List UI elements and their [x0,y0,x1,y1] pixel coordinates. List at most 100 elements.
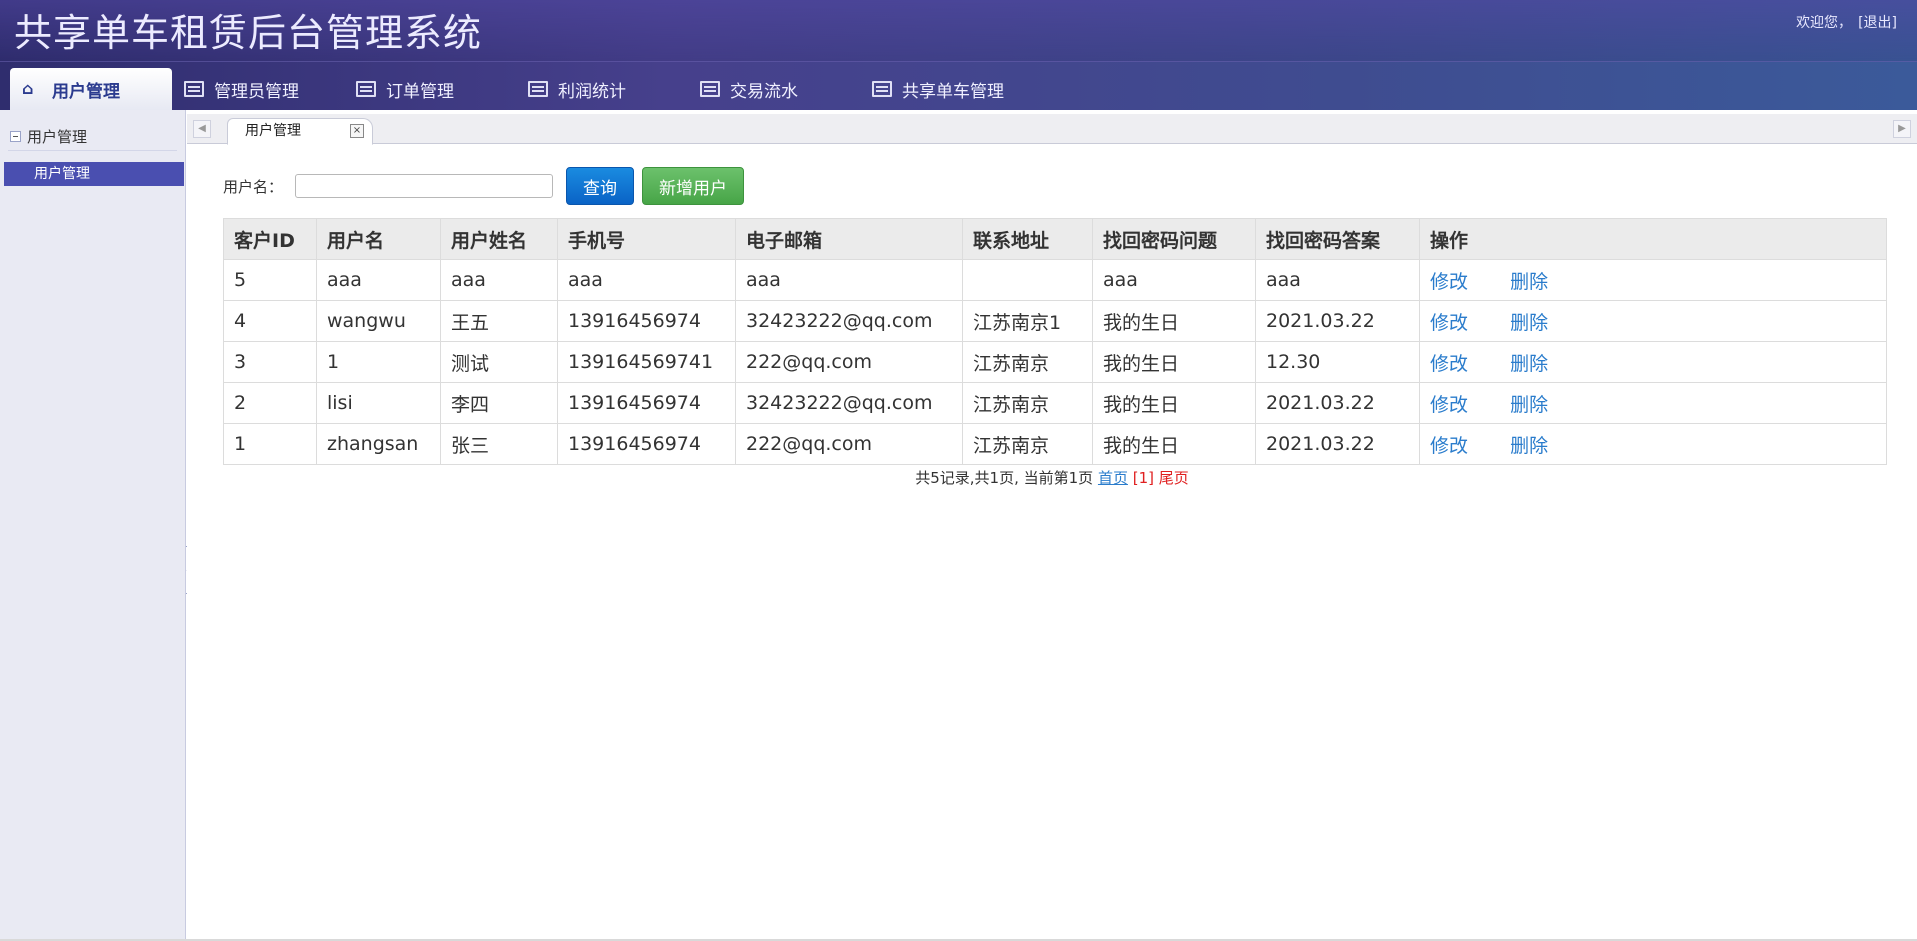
first-page-link[interactable]: 首页 [1098,469,1128,487]
content-tab-label: 用户管理 [245,123,301,139]
table-row: 2 lisi 李四 13916456974 32423222@qq.com 江苏… [223,382,1887,424]
content-tabstrip: ◀ 用户管理 × ▶ [187,114,1917,145]
table-cell: lisi [316,382,441,424]
sidebar-divider [8,150,177,151]
nav-tab-order-management[interactable]: 订单管理 [344,68,516,110]
delete-link[interactable]: 删除 [1510,312,1548,334]
table-cell: 我的生日 [1092,382,1256,424]
actions-cell: 修改 删除 [1419,341,1887,383]
edit-link[interactable]: 修改 [1430,394,1468,416]
table-cell: 13916456974 [557,300,736,342]
close-icon[interactable]: × [350,124,364,138]
search-bar: 用户名： 查询 新增用户 [223,167,745,205]
table-cell: 32423222@qq.com [735,300,963,342]
table-cell: 2021.03.22 [1255,382,1420,424]
table-cell: 4 [223,300,317,342]
column-header: 用户姓名 [440,218,558,260]
actions-cell: 修改 删除 [1419,382,1887,424]
table-cell: 1 [223,423,317,465]
welcome-text: 欢迎您， [1796,15,1853,31]
table-cell: 139164569741 [557,341,736,383]
sidebar: 用户管理 用户管理 [0,110,186,941]
home-icon: ⌂ [22,79,34,98]
actions-cell: 修改 删除 [1419,423,1887,465]
table-cell: aaa [316,259,441,301]
table-cell: 我的生日 [1092,300,1256,342]
content-tab-user-management[interactable]: 用户管理 × [227,118,373,145]
column-header: 联系地址 [962,218,1093,260]
list-icon [184,81,204,97]
table-cell: 2021.03.22 [1255,423,1420,465]
table-cell: 2021.03.22 [1255,300,1420,342]
last-page-link[interactable]: 尾页 [1159,469,1189,487]
pagination: 共5记录,共1页, 当前第1页 首页 [1] 尾页 [187,467,1917,488]
column-header: 客户ID [223,218,317,260]
table-row: 5 aaa aaa aaa aaa aaa aaa 修改 删除 [223,259,1887,301]
collapse-minus-icon[interactable] [10,131,21,142]
sidebar-heading[interactable]: 用户管理 [10,126,87,147]
query-button[interactable]: 查询 [566,167,635,205]
tab-scroll-right-icon[interactable]: ▶ [1893,120,1911,138]
table-row: 4 wangwu 王五 13916456974 32423222@qq.com … [223,300,1887,342]
edit-link[interactable]: 修改 [1430,312,1468,334]
table-cell: 2 [223,382,317,424]
table-cell: aaa [1255,259,1420,301]
pagination-summary: 共5记录,共1页, 当前第1页 [915,469,1094,487]
nav-tab-admin-management[interactable]: 管理员管理 [172,68,344,110]
table-cell: aaa [735,259,963,301]
table-cell: wangwu [316,300,441,342]
nav-tab-bike-management[interactable]: 共享单车管理 [860,68,1032,110]
table-cell: 3 [223,341,317,383]
edit-link[interactable]: 修改 [1430,435,1468,457]
table-cell: 张三 [440,423,558,465]
logout-link[interactable]: [退出] [1858,12,1897,32]
app-header: 共享单车租赁后台管理系统 欢迎您， [退出] ⌂ 用户管理 管理员管理 订单管理… [0,0,1917,110]
list-icon [700,81,720,97]
table-row: 1 zhangsan 张三 13916456974 222@qq.com 江苏南… [223,423,1887,465]
table-cell: 1 [316,341,441,383]
table-cell: aaa [1092,259,1256,301]
delete-link[interactable]: 删除 [1510,353,1548,375]
column-header: 找回密码问题 [1092,218,1256,260]
table-cell: zhangsan [316,423,441,465]
table-cell: 江苏南京 [962,423,1093,465]
column-header: 找回密码答案 [1255,218,1420,260]
nav-tab-label: 订单管理 [386,81,454,102]
table-cell: 测试 [440,341,558,383]
column-header: 操作 [1419,218,1887,260]
list-icon [356,81,376,97]
add-user-button[interactable]: 新增用户 [642,167,745,205]
table-cell: 32423222@qq.com [735,382,963,424]
table-cell: 222@qq.com [735,341,963,383]
table-cell: 13916456974 [557,423,736,465]
nav-tab-label: 用户管理 [52,81,120,102]
table-cell: 我的生日 [1092,341,1256,383]
edit-link[interactable]: 修改 [1430,353,1468,375]
table-cell: 王五 [440,300,558,342]
nav-tab-label: 共享单车管理 [902,81,1004,102]
tab-scroll-left-icon[interactable]: ◀ [193,120,211,138]
column-header: 手机号 [557,218,736,260]
delete-link[interactable]: 删除 [1510,435,1548,457]
column-header: 用户名 [316,218,441,260]
table-row: 3 1 测试 139164569741 222@qq.com 江苏南京 我的生日… [223,341,1887,383]
table-cell: 江苏南京 [962,341,1093,383]
nav-tab-profit-stats[interactable]: 利润统计 [516,68,688,110]
table-cell: 13916456974 [557,382,736,424]
table-cell: 222@qq.com [735,423,963,465]
app-title: 共享单车租赁后台管理系统 [14,11,483,55]
list-icon [872,81,892,97]
nav-tab-label: 利润统计 [558,81,626,102]
delete-link[interactable]: 删除 [1510,271,1548,293]
nav-tab-transactions[interactable]: 交易流水 [688,68,860,110]
nav-tab-label: 管理员管理 [214,81,299,102]
edit-link[interactable]: 修改 [1430,271,1468,293]
sidebar-item-user-management[interactable]: 用户管理 [4,162,184,186]
delete-link[interactable]: 删除 [1510,394,1548,416]
username-search-input[interactable] [295,174,554,198]
user-table: 客户ID 用户名 用户姓名 手机号 电子邮箱 联系地址 找回密码问题 找回密码答… [223,218,1887,465]
current-page[interactable]: [1] [1133,469,1154,487]
table-cell: 5 [223,259,317,301]
nav-tab-user-management[interactable]: ⌂ 用户管理 [10,68,172,110]
table-header-row: 客户ID 用户名 用户姓名 手机号 电子邮箱 联系地址 找回密码问题 找回密码答… [223,218,1887,260]
